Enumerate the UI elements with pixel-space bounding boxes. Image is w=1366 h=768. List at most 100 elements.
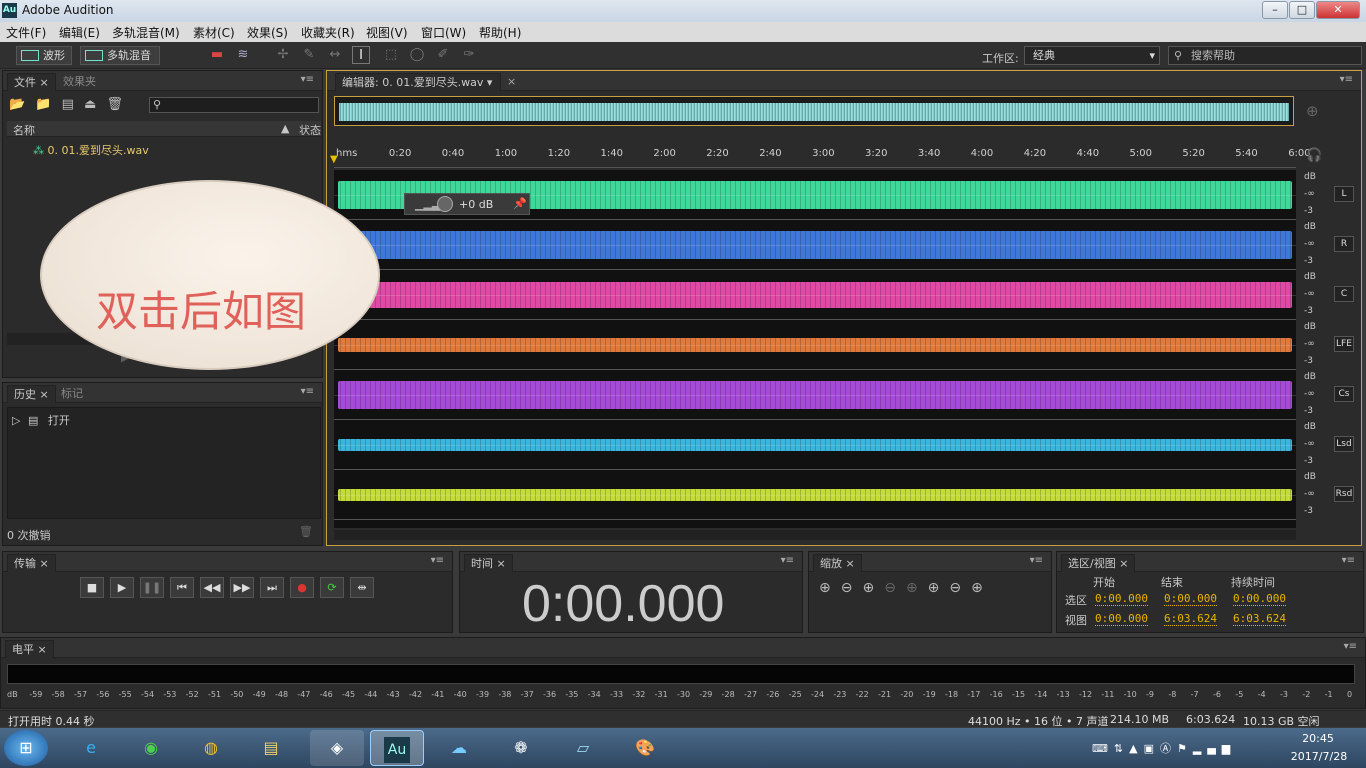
view-duration-field[interactable]: 6:03.624 <box>1233 612 1286 626</box>
waveform-view-button[interactable]: 波形 <box>16 46 72 65</box>
zoom-out-full-icon[interactable]: ⊖ <box>884 580 906 596</box>
zoom-to-fit-icon[interactable]: ⊕ <box>1306 102 1319 120</box>
paint-icon[interactable]: 🎨 <box>618 730 672 766</box>
channel-track[interactable] <box>334 370 1296 420</box>
tab-transport[interactable]: 传输 × <box>7 554 56 572</box>
zoom-in-amplitude-icon[interactable]: ⊕ <box>819 580 841 596</box>
history-item[interactable]: ▷ ▤ 打开 <box>12 412 70 428</box>
import-icon[interactable]: 📁 <box>35 97 51 112</box>
browser-360-icon[interactable]: ◉ <box>124 730 178 766</box>
menu-favorites[interactable]: 收藏夹(R) <box>301 24 355 41</box>
channel-label[interactable]: Cs <box>1334 386 1354 402</box>
multitrack-view-button[interactable]: 多轨混音 <box>80 46 160 65</box>
workspace-select[interactable]: 经典 ▾ <box>1024 46 1160 65</box>
channel-label[interactable]: C <box>1334 286 1354 302</box>
spot-healing-tool-icon[interactable]: ✑ <box>460 46 478 64</box>
panel-menu-icon[interactable]: ▾≡ <box>1340 74 1353 85</box>
explorer-icon[interactable]: ▤ <box>244 730 298 766</box>
stop-button[interactable]: ■ <box>80 577 104 598</box>
zoom-in-time-icon[interactable]: ⊕ <box>862 580 884 596</box>
panel-menu-icon[interactable]: ▾≡ <box>431 555 444 566</box>
delete-icon[interactable]: 🗑 <box>107 97 124 112</box>
audition-taskbar-icon[interactable]: Au <box>370 730 424 766</box>
razor-tool-icon[interactable]: ✎ <box>300 46 318 64</box>
panel-menu-icon[interactable]: ▾≡ <box>1030 555 1043 566</box>
skip-selection-button[interactable]: ⇹ <box>350 577 374 598</box>
file-list-item[interactable]: ⁂ 0. 01.爱到尽头.wav <box>33 142 149 158</box>
record-button[interactable]: ● <box>290 577 314 598</box>
maximize-button[interactable]: □ <box>1289 1 1315 19</box>
time-ruler[interactable]: hms 0:20 0:40 1:00 1:20 1:40 2:00 2:20 2:40 3:00 3… <box>334 146 1311 168</box>
zoom-out-point-icon[interactable]: ⊖ <box>949 580 971 596</box>
headphones-icon[interactable]: 🎧 <box>1306 148 1322 163</box>
trash-icon[interactable]: 🗑 <box>299 525 313 538</box>
channel-label[interactable]: L <box>1334 186 1354 202</box>
tab-selection[interactable]: 选区/视图 × <box>1061 554 1136 572</box>
rewind-button[interactable]: ◀◀ <box>200 577 224 598</box>
panel-menu-icon[interactable]: ▾≡ <box>1344 641 1357 652</box>
pause-button[interactable]: ❚❚ <box>140 577 164 598</box>
keyboard-icon[interactable]: ⌨ <box>1092 742 1114 755</box>
media-player-icon[interactable]: ❁ <box>494 730 548 766</box>
insert-icon[interactable]: ⏏ <box>84 97 96 112</box>
tab-time[interactable]: 时间 × <box>464 554 513 572</box>
column-name[interactable]: 名称 <box>13 122 35 138</box>
panel-menu-icon[interactable]: ▾≡ <box>781 555 794 566</box>
channel-track[interactable] <box>334 320 1296 370</box>
panel-menu-icon[interactable]: ▾≡ <box>301 74 314 85</box>
panel-menu-icon[interactable]: ▾≡ <box>1342 555 1355 566</box>
loop-button[interactable]: ⟳ <box>320 577 344 598</box>
channel-track[interactable] <box>334 270 1296 320</box>
menu-edit[interactable]: 编辑(E) <box>59 24 100 41</box>
fast-forward-button[interactable]: ▶▶ <box>230 577 254 598</box>
new-file-icon[interactable]: ▤ <box>62 97 74 112</box>
menu-window[interactable]: 窗口(W) <box>421 24 466 41</box>
zoom-out-amplitude-icon[interactable]: ⊖ <box>841 580 863 596</box>
horizontal-scrollbar[interactable] <box>334 530 1296 540</box>
usb-icon[interactable]: ▣ <box>1144 742 1160 755</box>
waveform-tracks[interactable] <box>334 170 1296 528</box>
start-button[interactable]: ⊞ <box>4 730 48 766</box>
security-icon[interactable]: Ⓐ <box>1160 742 1177 755</box>
menu-multitrack[interactable]: 多轨混音(M) <box>112 24 180 41</box>
channel-track[interactable] <box>334 420 1296 470</box>
chrome-icon[interactable]: ◍ <box>184 730 238 766</box>
selection-start-field[interactable]: 0:00.000 <box>1095 592 1148 606</box>
view-start-field[interactable]: 0:00.000 <box>1095 612 1148 626</box>
spectral-frequency-icon[interactable]: ▬ <box>208 46 226 64</box>
channel-track[interactable] <box>334 470 1296 520</box>
up-arrow-icon[interactable]: ▲ <box>1129 742 1143 755</box>
search-help-input[interactable]: ⚲ 搜索帮助 <box>1168 46 1362 65</box>
hud-gain-control[interactable]: ▁▂▃ +0 dB 📌 <box>404 193 530 215</box>
gain-knob[interactable] <box>437 196 453 212</box>
tab-zoom[interactable]: 缩放 × <box>813 554 862 572</box>
view-end-field[interactable]: 6:03.624 <box>1164 612 1217 626</box>
close-tab-icon[interactable]: × <box>501 73 522 91</box>
close-button[interactable]: ✕ <box>1316 1 1360 19</box>
spectral-pitch-icon[interactable]: ≋ <box>234 46 252 64</box>
menu-help[interactable]: 帮助(H) <box>479 24 521 41</box>
channel-label[interactable]: LFE <box>1334 336 1354 352</box>
go-to-end-button[interactable]: ⏭ <box>260 577 284 598</box>
tab-history[interactable]: 历史 × <box>7 385 56 403</box>
column-status[interactable]: 状态 <box>299 122 321 138</box>
play-button[interactable]: ▶ <box>110 577 134 598</box>
zoom-fit-icon[interactable]: ⊕ <box>971 580 993 596</box>
minimize-button[interactable]: – <box>1262 1 1288 19</box>
zoom-in-point-icon[interactable]: ⊕ <box>928 580 950 596</box>
baidu-cloud-icon[interactable]: ☁ <box>432 730 486 766</box>
brush-tool-icon[interactable]: ✐ <box>434 46 452 64</box>
lasso-tool-icon[interactable]: ◯ <box>408 46 426 64</box>
network-arrow-icon[interactable]: ⇅ <box>1114 742 1129 755</box>
files-search-input[interactable]: ⚲ <box>149 97 319 113</box>
waveform-overview[interactable] <box>334 96 1294 126</box>
channel-label[interactable]: R <box>1334 236 1354 252</box>
playhead-icon[interactable]: ▼ <box>330 154 338 165</box>
clock-date[interactable]: 2017/7/28 <box>1284 750 1354 763</box>
selection-duration-field[interactable]: 0:00.000 <box>1233 592 1286 606</box>
channel-label[interactable]: Lsd <box>1334 436 1354 452</box>
slip-tool-icon[interactable]: ↔ <box>326 46 344 64</box>
foxmail-icon[interactable]: ◈ <box>310 730 364 766</box>
tab-effects[interactable]: 效果夹 <box>57 73 102 91</box>
open-folder-icon[interactable]: 📂 <box>9 97 25 112</box>
